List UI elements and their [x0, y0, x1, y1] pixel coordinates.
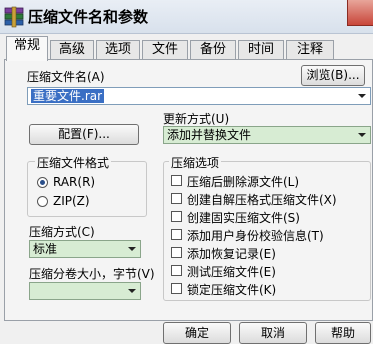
radio-rar[interactable]: [37, 177, 48, 188]
archive-name-value: 重要文件.rar: [31, 89, 105, 103]
tab-advanced[interactable]: 高级: [50, 40, 94, 60]
dropdown-arrow-icon: [358, 94, 366, 98]
option-test-archive-label: 测试压缩文件(E): [187, 265, 276, 279]
split-volume-combobox[interactable]: [29, 282, 141, 300]
profiles-button[interactable]: 配置(F)...: [29, 124, 139, 145]
dropdown-arrow-icon: [128, 289, 136, 293]
option-lock-archive-label: 锁定压缩文件(K): [187, 283, 277, 297]
radio-zip[interactable]: [37, 196, 48, 207]
option-delete-after-label: 压缩后删除源文件(L): [187, 175, 300, 189]
tab-general[interactable]: 常规: [6, 36, 48, 61]
checkbox-sfx[interactable]: [171, 193, 182, 204]
dropdown-arrow-icon: [358, 133, 366, 137]
dropdown-arrow-icon: [128, 247, 136, 251]
option-sfx-label: 创建自解压格式压缩文件(X): [187, 193, 337, 207]
help-button[interactable]: 帮助: [315, 322, 371, 344]
close-button[interactable]: [347, 0, 373, 26]
window-title: 压缩文件名和参数: [28, 8, 149, 26]
archive-settings-dialog: 压缩文件名和参数 常规 高级 选项 文件 备份 时间 注释 压缩文件名(A) 浏…: [0, 0, 373, 344]
archiving-options-group-title: 压缩选项: [169, 154, 222, 171]
tab-strip: 常规 高级 选项 文件 备份 时间 注释: [4, 36, 373, 61]
tab-options[interactable]: 选项: [96, 40, 140, 60]
tab-time[interactable]: 时间: [238, 40, 284, 60]
compression-method-label: 压缩方式(C): [29, 225, 95, 239]
checkbox-solid[interactable]: [171, 211, 182, 222]
checkbox-delete-after[interactable]: [171, 175, 182, 186]
ok-button[interactable]: 确定: [163, 322, 231, 344]
checkbox-test-archive[interactable]: [171, 265, 182, 276]
archive-name-combobox[interactable]: 重要文件.rar: [27, 87, 371, 105]
option-solid-label: 创建固实压缩文件(S): [187, 211, 300, 225]
tab-backup[interactable]: 备份: [190, 40, 236, 60]
option-authenticity-label: 添加用户身份校验信息(T): [187, 229, 324, 243]
checkbox-lock-archive[interactable]: [171, 283, 182, 294]
cancel-button[interactable]: 取消: [239, 322, 307, 344]
radio-rar-label: RAR(R): [53, 175, 96, 189]
archive-name-label: 压缩文件名(A): [27, 70, 105, 84]
split-volume-label: 压缩分卷大小，字节(V): [29, 267, 155, 281]
compression-method-select[interactable]: 标准: [29, 240, 141, 258]
compression-method-value: 标准: [33, 242, 58, 256]
option-recovery-record-label: 添加恢复记录(E): [187, 247, 276, 261]
update-mode-label: 更新方式(U): [163, 112, 230, 126]
update-mode-select[interactable]: 添加并替换文件: [163, 126, 371, 144]
radio-zip-label: ZIP(Z): [53, 194, 90, 208]
checkbox-recovery-record[interactable]: [171, 247, 182, 258]
tab-comment[interactable]: 注释: [286, 40, 334, 60]
checkbox-authenticity[interactable]: [171, 229, 182, 240]
tab-files[interactable]: 文件: [142, 40, 188, 60]
update-mode-value: 添加并替换文件: [167, 128, 252, 142]
title-bar[interactable]: 压缩文件名和参数: [0, 0, 373, 34]
archive-format-group-title: 压缩文件格式: [35, 154, 112, 171]
browse-button[interactable]: 浏览(B)...: [301, 65, 365, 86]
winrar-books-icon: [4, 6, 24, 28]
general-tab-panel: 压缩文件名(A) 浏览(B)... 重要文件.rar 更新方式(U) 配置(F)…: [4, 59, 373, 321]
